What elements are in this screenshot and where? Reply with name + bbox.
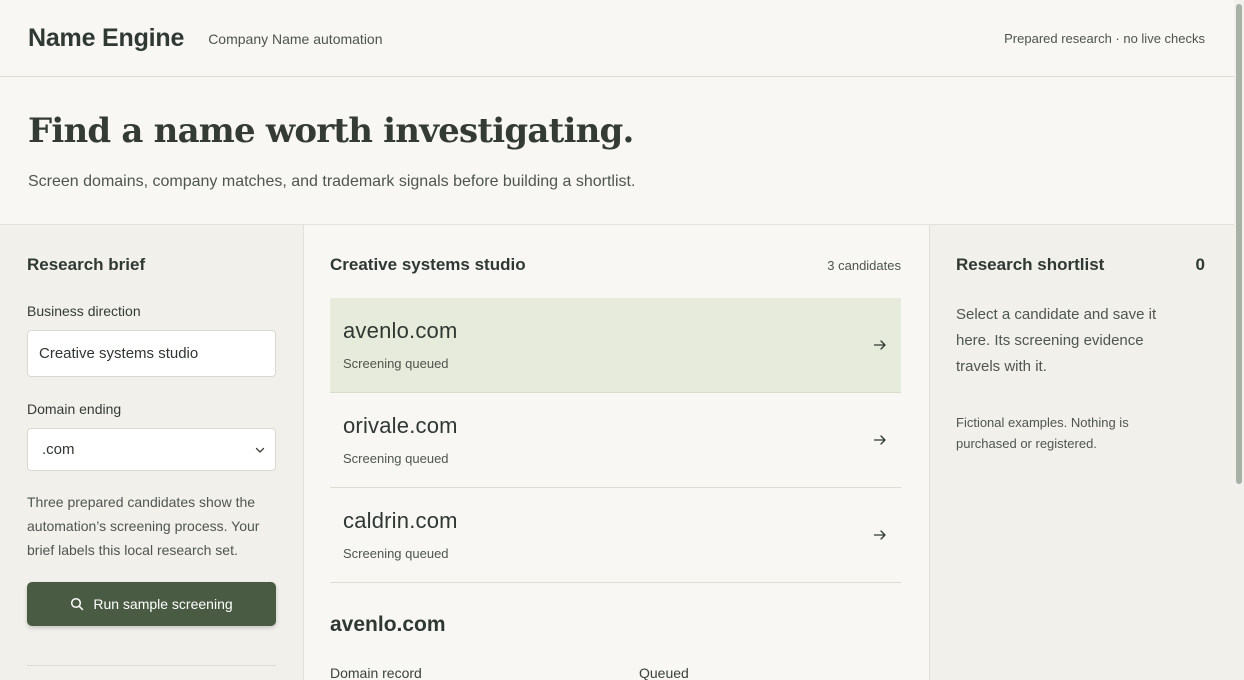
detail-row-domain-record: Domain record Queued (330, 665, 901, 680)
candidate-row-avenlo[interactable]: avenlo.com Screening queued (330, 298, 901, 393)
chevron-down-icon (255, 447, 265, 453)
research-brief-panel: Research brief Business direction Domain… (0, 225, 304, 680)
page-scrollbar[interactable] (1234, 0, 1244, 680)
top-bar: Name Engine Company Name automation Prep… (0, 0, 1234, 77)
shortlist-title: Research shortlist (956, 255, 1105, 274)
candidate-list: avenlo.com Screening queued orivale.com … (330, 298, 901, 583)
candidates-header: Creative systems studio 3 candidates (330, 255, 901, 275)
brand-subtitle: Company Name automation (208, 31, 383, 47)
brand-logo[interactable]: Name Engine (28, 24, 184, 53)
research-brief-title: Research brief (27, 255, 146, 274)
shortlist-count: 0 (1195, 255, 1205, 274)
brief-help-text: Three prepared candidates show the autom… (27, 494, 260, 558)
candidate-status: Screening queued (343, 546, 449, 561)
candidate-status: Screening queued (343, 356, 449, 371)
candidates-panel: Creative systems studio 3 candidates ave… (304, 225, 930, 680)
shortlist-header: Research shortlist 0 (956, 255, 1205, 275)
hero-subtitle: Screen domains, company matches, and tra… (28, 173, 636, 190)
hero-section: Find a name worth investigating. Screen … (0, 77, 1234, 225)
hero-title: Find a name worth investigating. (28, 111, 634, 151)
candidate-status: Screening queued (343, 451, 449, 466)
candidate-name: avenlo.com (343, 318, 458, 343)
candidate-name: caldrin.com (343, 508, 458, 533)
run-sample-screening-button[interactable]: Run sample screening (27, 582, 276, 626)
search-icon (71, 597, 84, 611)
scrollbar-thumb[interactable] (1236, 4, 1242, 484)
detail-row-label: Domain record (330, 665, 422, 680)
candidate-row-caldrin[interactable]: caldrin.com Screening queued (330, 488, 901, 583)
shortlist-disclaimer: Fictional examples. Nothing is purchased… (956, 415, 1129, 451)
candidate-count: 3 candidates (827, 258, 901, 273)
domain-ending-label: Domain ending (27, 401, 122, 417)
app-page: Name Engine Company Name automation Prep… (0, 0, 1234, 680)
run-button-label: Run sample screening (93, 596, 233, 612)
main-area: Research brief Business direction Domain… (0, 225, 1234, 680)
detail-row-value: Queued (639, 665, 689, 680)
business-direction-input[interactable] (27, 330, 276, 377)
candidates-title: Creative systems studio (330, 255, 526, 274)
arrow-right-icon (873, 340, 886, 350)
domain-ending-select[interactable]: .com (27, 428, 276, 471)
candidate-row-orivale[interactable]: orivale.com Screening queued (330, 393, 901, 488)
domain-ending-value: .com (42, 441, 75, 458)
research-shortlist-panel: Research shortlist 0 Select a candidate … (930, 225, 1234, 680)
arrow-right-icon (873, 530, 886, 540)
top-note: Prepared research · no live checks (1004, 30, 1205, 46)
shortlist-empty-text: Select a candidate and save it here. Its… (956, 306, 1157, 375)
candidate-name: orivale.com (343, 413, 458, 438)
candidate-detail-title: avenlo.com (330, 613, 446, 636)
business-direction-label: Business direction (27, 303, 141, 319)
panel-divider (27, 665, 276, 666)
arrow-right-icon (873, 435, 886, 445)
